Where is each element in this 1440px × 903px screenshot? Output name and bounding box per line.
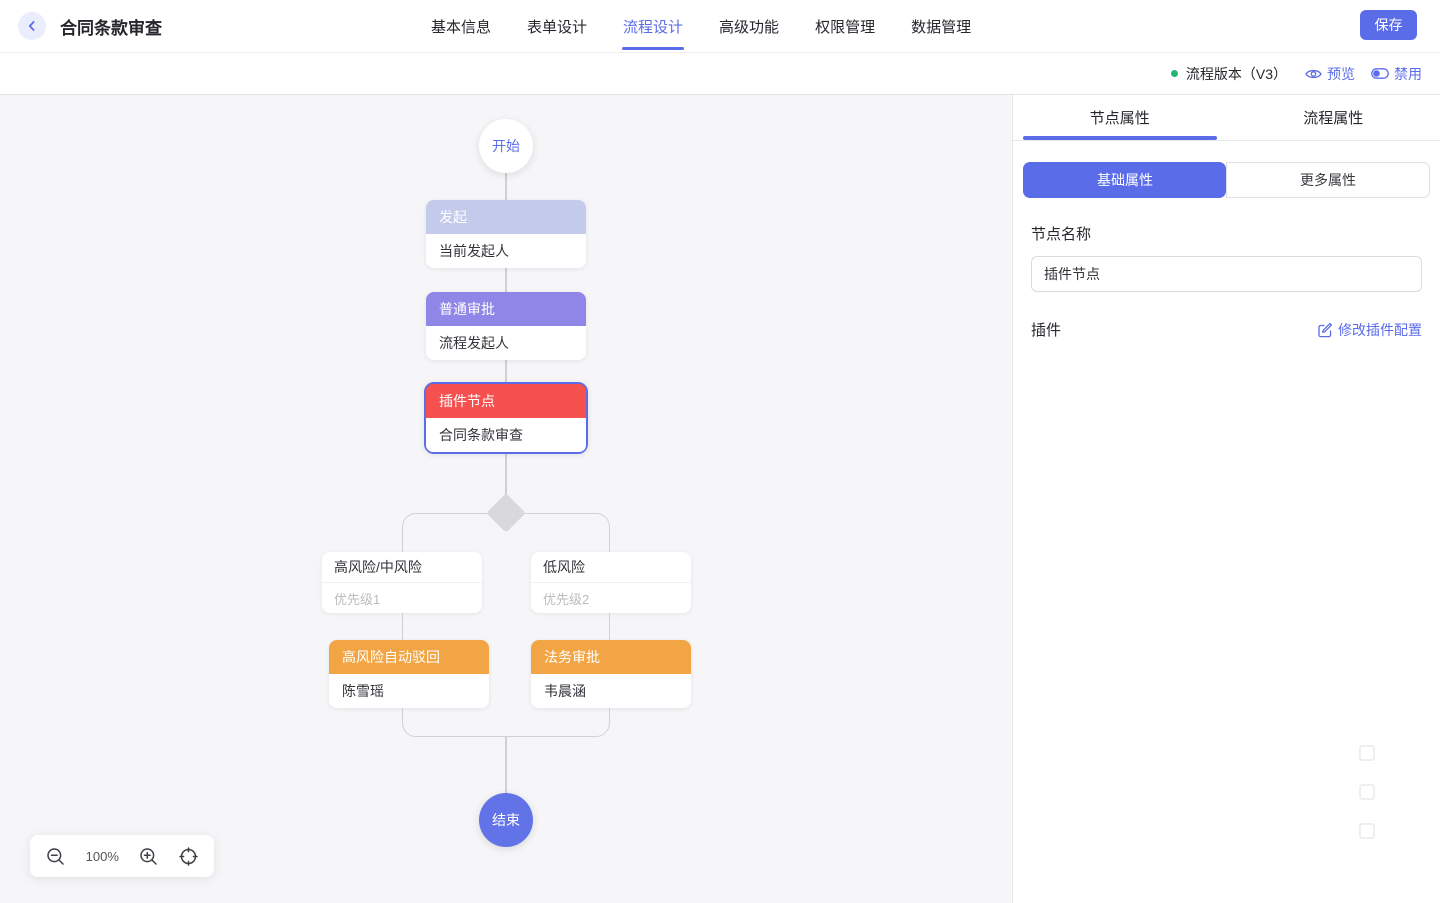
node-legal-approval-title: 法务审批 bbox=[531, 640, 691, 674]
condition-low-risk-title: 低风险 bbox=[531, 552, 691, 583]
panel-tabs: 节点属性 流程属性 bbox=[1013, 95, 1440, 141]
node-initiate-body: 当前发起人 bbox=[426, 234, 586, 268]
placeholder-square bbox=[1359, 823, 1375, 839]
node-auto-reject-body: 陈雪瑶 bbox=[329, 674, 489, 708]
edit-plugin-config-link[interactable]: 修改插件配置 bbox=[1317, 320, 1422, 340]
condition-high-risk[interactable]: 高风险/中风险 优先级1 bbox=[322, 552, 482, 613]
save-button[interactable]: 保存 bbox=[1360, 10, 1417, 40]
placeholder-square bbox=[1359, 784, 1375, 800]
nav-tab-basic-info[interactable]: 基本信息 bbox=[430, 0, 492, 53]
condition-low-risk[interactable]: 低风险 优先级2 bbox=[531, 552, 691, 613]
top-header: 合同条款审查 基本信息 表单设计 流程设计 高级功能 权限管理 数据管理 保存 bbox=[0, 0, 1440, 53]
back-button[interactable] bbox=[18, 12, 46, 40]
subtab-more-properties[interactable]: 更多属性 bbox=[1226, 162, 1430, 198]
nav-tab-permissions[interactable]: 权限管理 bbox=[814, 0, 876, 53]
disable-toggle[interactable]: 禁用 bbox=[1371, 64, 1422, 84]
app: 合同条款审查 基本信息 表单设计 流程设计 高级功能 权限管理 数据管理 保存 … bbox=[0, 0, 1440, 903]
edit-icon bbox=[1317, 322, 1333, 338]
node-initiate[interactable]: 发起 当前发起人 bbox=[426, 200, 586, 268]
nav-tab-process-design[interactable]: 流程设计 bbox=[622, 0, 685, 53]
main-nav: 基本信息 表单设计 流程设计 高级功能 权限管理 数据管理 bbox=[430, 0, 972, 53]
zoom-level: 100% bbox=[85, 848, 119, 864]
zoom-toolbar: 100% bbox=[30, 835, 214, 877]
preview-link[interactable]: 预览 bbox=[1305, 64, 1355, 84]
toggle-icon bbox=[1371, 68, 1389, 79]
node-name-label: 节点名称 bbox=[1031, 226, 1092, 243]
plugin-label: 插件 bbox=[1031, 322, 1062, 339]
node-properties-form: 节点名称 插件 修改插件配置 bbox=[1013, 223, 1440, 340]
zoom-out-icon[interactable] bbox=[46, 847, 65, 866]
tab-process-properties[interactable]: 流程属性 bbox=[1227, 95, 1440, 140]
node-initiate-title: 发起 bbox=[426, 200, 586, 234]
subtab-basic-properties[interactable]: 基础属性 bbox=[1023, 162, 1226, 198]
condition-high-risk-title: 高风险/中风险 bbox=[322, 552, 482, 583]
version-label: 流程版本（V3） bbox=[1185, 65, 1287, 82]
node-approval[interactable]: 普通审批 流程发起人 bbox=[426, 292, 586, 360]
disable-label: 禁用 bbox=[1394, 65, 1422, 82]
placeholder-square bbox=[1359, 745, 1375, 761]
plugin-row: 插件 修改插件配置 bbox=[1031, 319, 1422, 340]
nav-tab-form-design[interactable]: 表单设计 bbox=[526, 0, 588, 53]
zoom-in-icon[interactable] bbox=[139, 847, 158, 866]
version-bar: 流程版本（V3） 预览 禁用 bbox=[0, 53, 1440, 95]
nav-tab-advanced[interactable]: 高级功能 bbox=[718, 0, 780, 53]
preview-label: 预览 bbox=[1327, 65, 1355, 82]
condition-low-risk-priority: 优先级2 bbox=[543, 591, 590, 607]
node-plugin-body: 合同条款审查 bbox=[426, 418, 586, 452]
node-auto-reject-title: 高风险自动驳回 bbox=[329, 640, 489, 674]
end-node[interactable]: 结束 bbox=[479, 793, 533, 847]
nav-tab-data[interactable]: 数据管理 bbox=[910, 0, 972, 53]
eye-icon bbox=[1305, 68, 1322, 80]
node-legal-approval-body: 韦晨涵 bbox=[531, 674, 691, 708]
tab-node-properties[interactable]: 节点属性 bbox=[1013, 95, 1227, 140]
page-title: 合同条款审查 bbox=[60, 18, 162, 38]
condition-high-risk-priority: 优先级1 bbox=[334, 591, 381, 607]
connector-line-bottom bbox=[505, 736, 507, 794]
node-auto-reject[interactable]: 高风险自动驳回 陈雪瑶 bbox=[329, 640, 489, 708]
node-legal-approval[interactable]: 法务审批 韦晨涵 bbox=[531, 640, 691, 708]
locate-icon[interactable] bbox=[179, 846, 198, 866]
flow-canvas[interactable]: 开始 发起 当前发起人 普通审批 流程发起人 插件节点 合同条款审查 高风险/中… bbox=[0, 95, 1012, 903]
node-approval-title: 普通审批 bbox=[426, 292, 586, 326]
node-plugin-title: 插件节点 bbox=[426, 384, 586, 418]
node-approval-body: 流程发起人 bbox=[426, 326, 586, 360]
node-name-input[interactable] bbox=[1031, 256, 1422, 292]
chevron-left-icon bbox=[26, 19, 38, 33]
status-dot bbox=[1170, 70, 1178, 77]
start-node[interactable]: 开始 bbox=[479, 119, 533, 173]
properties-panel: 节点属性 流程属性 基础属性 更多属性 节点名称 插件 修改插件配置 bbox=[1012, 95, 1440, 903]
edit-plugin-config-label: 修改插件配置 bbox=[1338, 321, 1422, 338]
panel-subtabs: 基础属性 更多属性 bbox=[1023, 162, 1430, 198]
node-plugin-selected[interactable]: 插件节点 合同条款审查 bbox=[424, 382, 588, 454]
main-area: 开始 发起 当前发起人 普通审批 流程发起人 插件节点 合同条款审查 高风险/中… bbox=[0, 95, 1440, 903]
